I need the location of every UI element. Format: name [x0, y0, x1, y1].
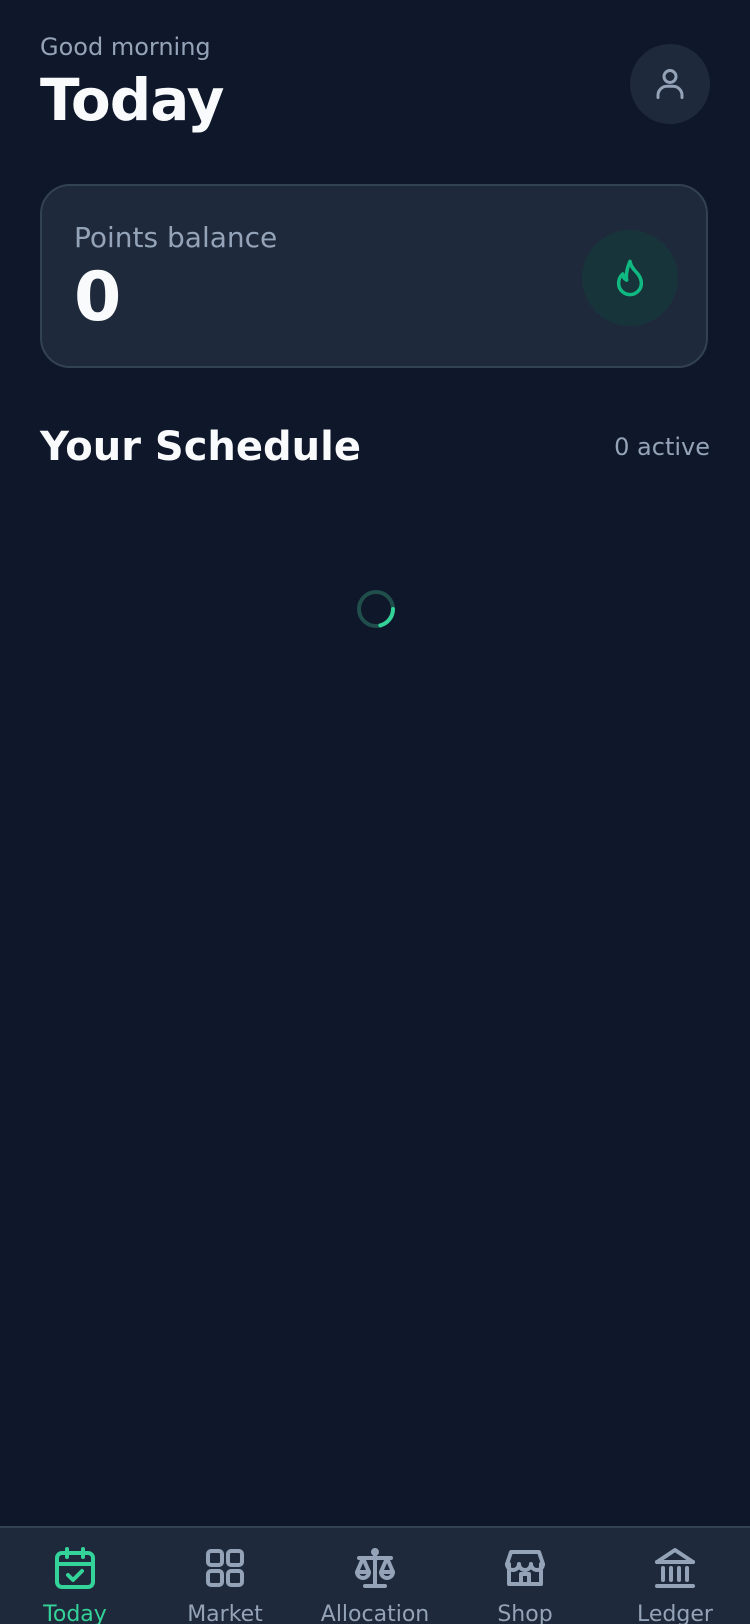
tab-bar: Today Market Allocation Shop Ledger: [0, 1526, 750, 1624]
active-count: 0 active: [614, 433, 710, 461]
tab-shop[interactable]: Shop: [450, 1528, 600, 1624]
tab-allocation[interactable]: Allocation: [300, 1528, 450, 1624]
section-title: Your Schedule: [40, 424, 361, 470]
store-icon: [505, 1550, 545, 1586]
bank-icon: [655, 1548, 695, 1588]
tab-label: Allocation: [320, 1602, 430, 1624]
profile-button[interactable]: [630, 44, 710, 124]
flame-icon: [616, 259, 644, 297]
points-card: Points balance 0: [40, 184, 708, 368]
tab-label: Shop: [497, 1602, 553, 1624]
tab-market[interactable]: Market: [150, 1528, 300, 1624]
loading-spinner: [357, 590, 395, 628]
scale-icon: [355, 1548, 395, 1588]
greeting-text: Good morning: [40, 33, 211, 61]
tab-ledger[interactable]: Ledger: [600, 1528, 750, 1624]
page-title: Today: [40, 66, 224, 134]
points-value: 0: [74, 258, 122, 337]
calendar-check-icon: [55, 1547, 95, 1589]
tab-today[interactable]: Today: [0, 1528, 150, 1624]
tab-label: Market: [187, 1602, 263, 1624]
grid-icon: [206, 1549, 244, 1587]
user-icon: [656, 69, 684, 99]
tab-label: Today: [43, 1602, 107, 1624]
tab-label: Ledger: [637, 1602, 713, 1624]
flame-badge: [582, 230, 678, 326]
points-label: Points balance: [74, 221, 278, 254]
